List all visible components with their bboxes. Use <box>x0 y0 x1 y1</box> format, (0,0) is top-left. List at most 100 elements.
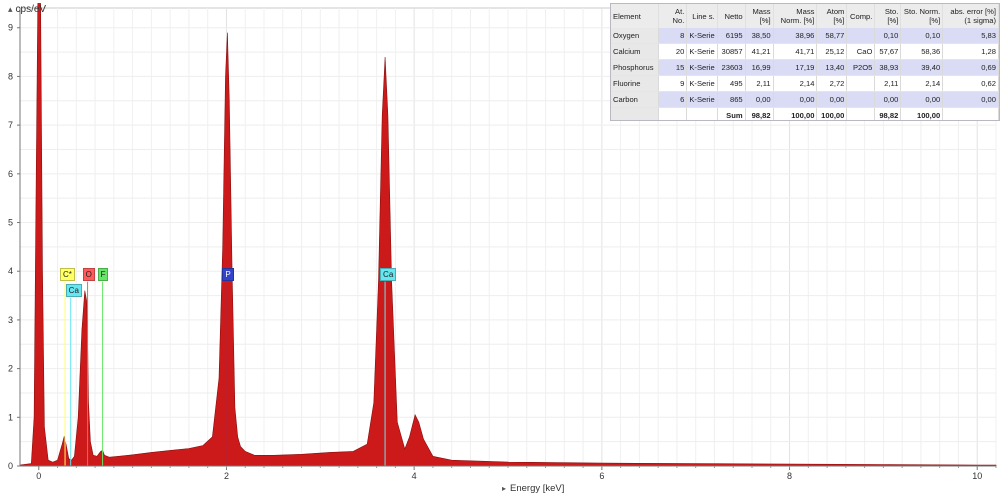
x-tick-label: 8 <box>787 471 792 481</box>
col-header-sto[interactable]: Sto. [%] <box>874 4 902 28</box>
results-cell: K-Serie <box>686 59 718 76</box>
results-cell: 2,72 <box>816 75 848 92</box>
results-cell: Fluorine <box>611 75 660 92</box>
results-cell: 16,99 <box>745 59 774 76</box>
results-cell: 1,28 <box>942 43 999 60</box>
peak-label-tag[interactable]: Ca <box>380 267 397 281</box>
results-cell: 0,00 <box>942 91 999 108</box>
results-row[interactable]: Fluorine 9 K-Serie 495 2,11 2,14 2,72 2,11 2,14 0… <box>611 75 999 92</box>
x-tick-label: 10 <box>972 471 982 481</box>
results-cell: 0,10 <box>900 28 944 44</box>
results-cell: 0,00 <box>874 91 902 108</box>
results-cell: 41,21 <box>745 43 774 60</box>
results-cell: 0,62 <box>942 75 999 92</box>
results-cell: 2,14 <box>773 75 818 92</box>
y-tick-label: 4 <box>8 266 13 276</box>
results-cell: 39,40 <box>900 59 944 76</box>
results-cell: K-Serie <box>686 75 718 92</box>
results-cell: Phosphorus <box>611 59 660 76</box>
results-cell: 865 <box>717 91 746 108</box>
peak-label-tag[interactable]: F <box>97 267 109 281</box>
results-cell: CaO <box>846 43 876 60</box>
results-cell <box>846 75 876 92</box>
results-cell: P2O5 <box>846 59 876 76</box>
peak-label-tag[interactable]: P <box>222 267 234 281</box>
results-cell <box>658 107 688 120</box>
results-row[interactable]: Calcium 20 K-Serie 30857 41,21 41,71 25,12 CaO 5… <box>611 43 999 60</box>
results-cell: 30857 <box>717 43 746 60</box>
results-cell: 0,00 <box>816 91 848 108</box>
col-header-abs-error[interactable]: abs. error [%] (1 sigma) <box>942 4 999 28</box>
results-cell: 2,11 <box>745 75 774 92</box>
col-header-atom[interactable]: Atom [%] <box>816 4 848 28</box>
results-cell: 0,10 <box>874 28 902 44</box>
results-cell: 38,96 <box>773 28 818 44</box>
y-tick-label: 0 <box>8 461 13 471</box>
results-cell: 98,82 <box>745 107 774 120</box>
col-header-mass[interactable]: Mass [%] <box>745 4 774 28</box>
peak-label-tag[interactable]: Ca <box>65 283 82 297</box>
results-cell: 41,71 <box>773 43 818 60</box>
x-tick-label: 4 <box>412 471 417 481</box>
results-table: Element At. No. Line s. Netto Mass [%] M… <box>611 4 999 120</box>
results-cell: 100,00 <box>900 107 944 120</box>
results-cell: 0,00 <box>745 91 774 108</box>
results-cell: Sum <box>717 107 746 120</box>
results-cell: Carbon <box>611 91 660 108</box>
x-axis-label[interactable]: Energy [keV] <box>502 483 564 494</box>
results-row[interactable]: Oxygen 8 K-Serie 6195 38,50 38,96 58,77 0,10 0,1… <box>611 28 999 44</box>
col-header-at-no[interactable]: At. No. <box>658 4 688 28</box>
y-tick-label: 2 <box>8 364 13 374</box>
col-header-element[interactable]: Element <box>611 4 660 28</box>
results-cell: 23603 <box>717 59 746 76</box>
results-row[interactable]: Phosphorus 15 K-Serie 23603 16,99 17,19 13,40 P… <box>611 59 999 76</box>
y-axis-label: cps/eV <box>8 4 47 15</box>
results-cell: 100,00 <box>816 107 848 120</box>
results-cell: 0,00 <box>773 91 818 108</box>
eds-spectrum-view: 0 2 4 6 8 10 0 1 2 3 4 5 6 7 8 9 cps/eV Energy [keV] C*… <box>0 0 1000 497</box>
peak-label-tag[interactable]: C* <box>60 267 75 281</box>
results-cell: 6195 <box>717 28 746 44</box>
results-cell <box>846 107 876 120</box>
results-row[interactable]: Carbon 6 K-Serie 865 0,00 0,00 0,00 0,00 0,00 0,0… <box>611 91 999 108</box>
results-cell: 17,19 <box>773 59 818 76</box>
col-header-mass-norm[interactable]: Mass Norm. [%] <box>773 4 818 28</box>
y-tick-label: 1 <box>8 412 13 422</box>
results-cell <box>942 107 999 120</box>
results-cell: 100,00 <box>773 107 818 120</box>
results-cell: 58,36 <box>900 43 944 60</box>
results-body: Oxygen 8 K-Serie 6195 38,50 38,96 58,77 0,10 0,1… <box>611 28 999 120</box>
col-header-netto[interactable]: Netto <box>717 4 746 28</box>
results-cell: K-Serie <box>686 28 718 44</box>
results-cell: Calcium <box>611 43 660 60</box>
results-cell <box>846 91 876 108</box>
col-header-comp[interactable]: Comp. <box>846 4 876 28</box>
y-tick-label: 9 <box>8 23 13 33</box>
results-cell: Oxygen <box>611 28 660 44</box>
y-tick-label: 3 <box>8 315 13 325</box>
x-tick-label: 2 <box>224 471 229 481</box>
results-cell: 57,67 <box>874 43 902 60</box>
results-header-row: Element At. No. Line s. Netto Mass [%] M… <box>611 4 999 28</box>
x-tick-label: 6 <box>599 471 604 481</box>
x-tick-label: 0 <box>36 471 41 481</box>
peak-label-tag[interactable]: O <box>82 267 95 281</box>
quantification-results-panel: Element At. No. Line s. Netto Mass [%] M… <box>610 3 1000 121</box>
col-header-line-series[interactable]: Line s. <box>686 4 718 28</box>
results-cell <box>846 28 876 44</box>
col-header-sto-norm[interactable]: Sto. Norm. [%] <box>900 4 944 28</box>
results-cell: 8 <box>658 28 688 44</box>
results-cell: 5,83 <box>942 28 999 44</box>
results-cell: 2,11 <box>874 75 902 92</box>
results-cell: 58,77 <box>816 28 848 44</box>
y-tick-label: 7 <box>8 120 13 130</box>
results-cell: 9 <box>658 75 688 92</box>
results-cell: 6 <box>658 91 688 108</box>
results-cell: 98,82 <box>874 107 902 120</box>
y-tick-label: 8 <box>8 71 13 81</box>
results-cell: 20 <box>658 43 688 60</box>
results-cell: K-Serie <box>686 43 718 60</box>
results-cell: 13,40 <box>816 59 848 76</box>
y-tick-label: 5 <box>8 218 13 228</box>
results-cell: 2,14 <box>900 75 944 92</box>
